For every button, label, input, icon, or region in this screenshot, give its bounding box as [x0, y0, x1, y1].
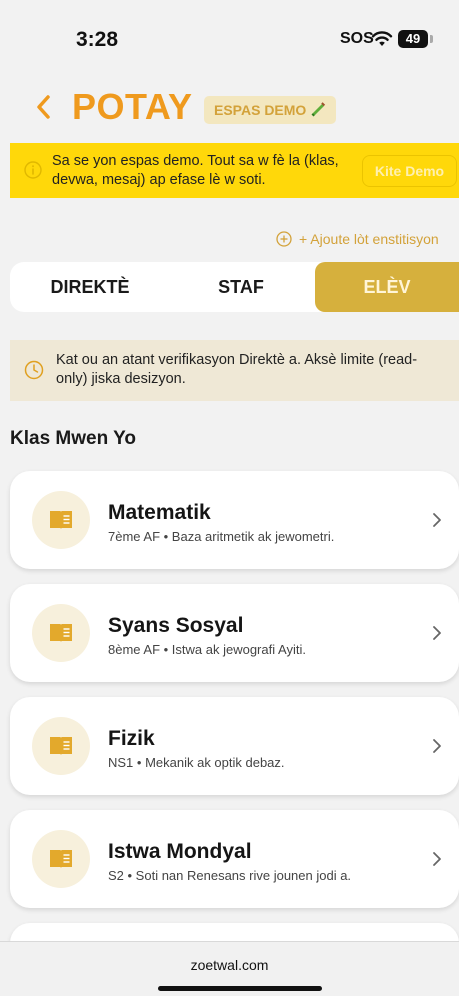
card-icon-wrap	[32, 830, 90, 888]
class-subtitle: 7ème AF • Baza aritmetik ak jewometri.	[108, 529, 335, 544]
class-subtitle: S2 • Soti nan Renesans rive jounen jodi …	[108, 868, 352, 883]
class-title: Fizik	[108, 727, 155, 750]
class-card[interactable]: Fizik NS1 • Mekanik ak optik debaz.	[10, 697, 459, 795]
section-title: Klas Mwen Yo	[10, 428, 136, 449]
header: POTAY ESPAS DEMO	[0, 84, 459, 134]
app-screen: 3:28 SOS 49 POTAY ESPAS DEMO Sa se yon e…	[0, 0, 459, 996]
test-tube-icon	[311, 102, 326, 117]
add-institution-label: + Ajoute lòt enstitisyon	[299, 231, 439, 247]
class-card[interactable]: Syans Sosyal 8ème AF • Istwa ak jewograf…	[10, 584, 459, 682]
class-subtitle: NS1 • Mekanik ak optik debaz.	[108, 755, 285, 770]
battery-cap	[430, 35, 433, 43]
browser-url-bar[interactable]: zoetwal.com	[0, 941, 459, 996]
card-icon-wrap	[32, 491, 90, 549]
class-title: Syans Sosyal	[108, 614, 244, 637]
add-institution-link[interactable]: + Ajoute lòt enstitisyon	[276, 231, 439, 247]
class-title: Istwa Mondyal	[108, 840, 252, 863]
class-subtitle: 8ème AF • Istwa ak jewografi Ayiti.	[108, 642, 306, 657]
card-icon-wrap	[32, 604, 90, 662]
pending-notice-text: Kat ou an atant verifikasyon Direktè a. …	[56, 352, 418, 387]
pending-verification-notice: Kat ou an atant verifikasyon Direktè a. …	[10, 340, 459, 401]
tab-elev[interactable]: ELÈV	[315, 262, 459, 312]
exit-demo-button[interactable]: Kite Demo	[362, 155, 457, 187]
card-icon-wrap	[32, 717, 90, 775]
class-card[interactable]: Matematik 7ème AF • Baza aritmetik ak je…	[10, 471, 459, 569]
chevron-right-icon	[433, 739, 441, 753]
home-indicator[interactable]	[158, 986, 322, 991]
demo-badge-label: ESPAS DEMO	[214, 102, 307, 118]
class-title: Matematik	[108, 501, 211, 524]
class-card[interactable]: Istwa Mondyal S2 • Soti nan Renesans riv…	[10, 810, 459, 908]
demo-banner-text: Sa se yon espas demo. Tout sa w fè la (k…	[52, 153, 339, 188]
page-title: POTAY	[72, 86, 193, 127]
role-tabs: DIREKTÈ STAF ELÈV	[10, 262, 459, 312]
demo-banner: Sa se yon espas demo. Tout sa w fè la (k…	[10, 143, 459, 198]
url-text: zoetwal.com	[190, 957, 269, 973]
clock-icon	[24, 360, 44, 380]
wifi-icon	[371, 31, 393, 46]
chevron-right-icon	[433, 513, 441, 527]
book-icon	[50, 511, 72, 529]
plus-circle-icon	[276, 231, 292, 247]
tab-direkte[interactable]: DIREKTÈ	[10, 262, 170, 312]
status-time: 3:28	[76, 28, 119, 51]
info-icon	[24, 161, 42, 179]
book-icon	[50, 737, 72, 755]
tab-staf[interactable]: STAF	[170, 262, 312, 312]
chevron-right-icon	[433, 852, 441, 866]
demo-badge: ESPAS DEMO	[204, 96, 337, 124]
sos-indicator: SOS	[340, 30, 374, 47]
book-icon	[50, 624, 72, 642]
book-icon	[50, 850, 72, 868]
status-bar: 3:28 SOS 49	[0, 0, 459, 80]
chevron-left-icon[interactable]	[34, 92, 54, 122]
chevron-right-icon	[433, 626, 441, 640]
battery-indicator: 49	[398, 30, 428, 48]
